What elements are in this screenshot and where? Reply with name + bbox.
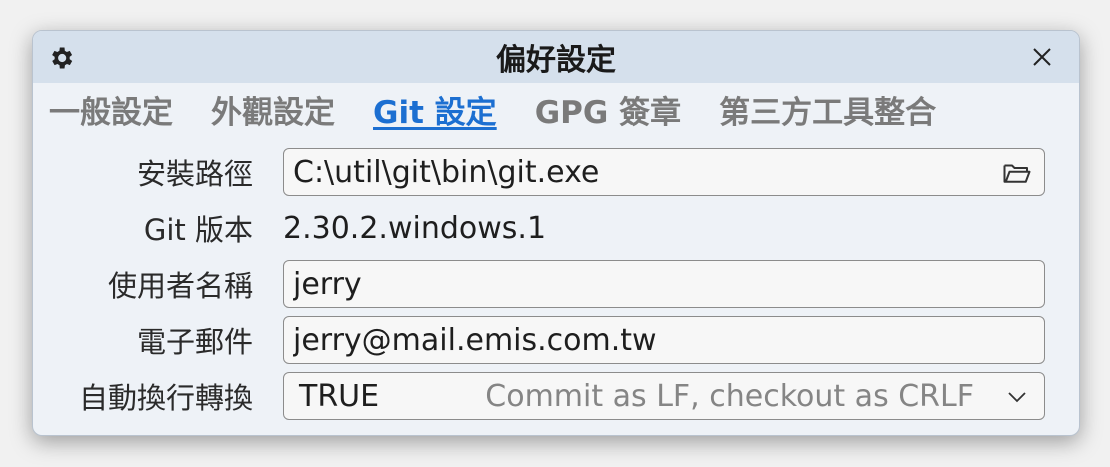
user-name-row: 使用者名稱 [33,260,1079,308]
install-path-field[interactable] [283,148,1045,196]
close-icon [1033,48,1051,66]
install-path-input[interactable] [293,154,1044,190]
git-version-label: Git 版本 [143,213,253,247]
autocrlf-selected-value: TRUE [299,378,380,414]
user-name-input[interactable] [293,266,1044,302]
email-row: 電子郵件 [33,316,1079,364]
autocrlf-hint: Commit as LF, checkout as CRLF [485,378,974,414]
close-button[interactable] [1027,42,1057,72]
tab-appearance[interactable]: 外觀設定 [211,87,335,132]
install-path-label: 安裝路徑 [136,157,253,191]
user-name-field[interactable] [283,260,1045,308]
tab-general[interactable]: 一般設定 [49,87,173,132]
email-label: 電子郵件 [136,325,253,359]
install-path-row: 安裝路徑 [33,148,1079,196]
tab-git[interactable]: Git 設定 [373,87,497,132]
git-version-value: 2.30.2.windows.1 [283,210,547,246]
gear-icon [52,47,73,69]
user-name-label: 使用者名稱 [107,269,253,303]
folder-icon[interactable] [1002,159,1032,187]
email-field[interactable] [283,316,1045,364]
tab-gpg[interactable]: GPG 簽章 [535,87,681,132]
autocrlf-select[interactable]: TRUE Commit as LF, checkout as CRLF [283,372,1045,420]
preferences-dialog: 偏好設定 一般設定 外觀設定 Git 設定 GPG 簽章 第三方工具整合 安裝路… [32,30,1080,436]
git-version-row: Git 版本 2.30.2.windows.1 [33,204,1079,252]
autocrlf-label: 自動換行轉換 [78,381,253,415]
tab-third-party[interactable]: 第三方工具整合 [719,87,936,132]
title-bar: 偏好設定 [33,31,1079,83]
email-input[interactable] [293,322,1044,358]
tab-bar: 一般設定 外觀設定 Git 設定 GPG 簽章 第三方工具整合 [33,83,1079,135]
dialog-title: 偏好設定 [496,43,616,78]
autocrlf-row: 自動換行轉換 TRUE Commit as LF, checkout as CR… [33,372,1079,420]
chevron-down-icon [1008,392,1026,403]
